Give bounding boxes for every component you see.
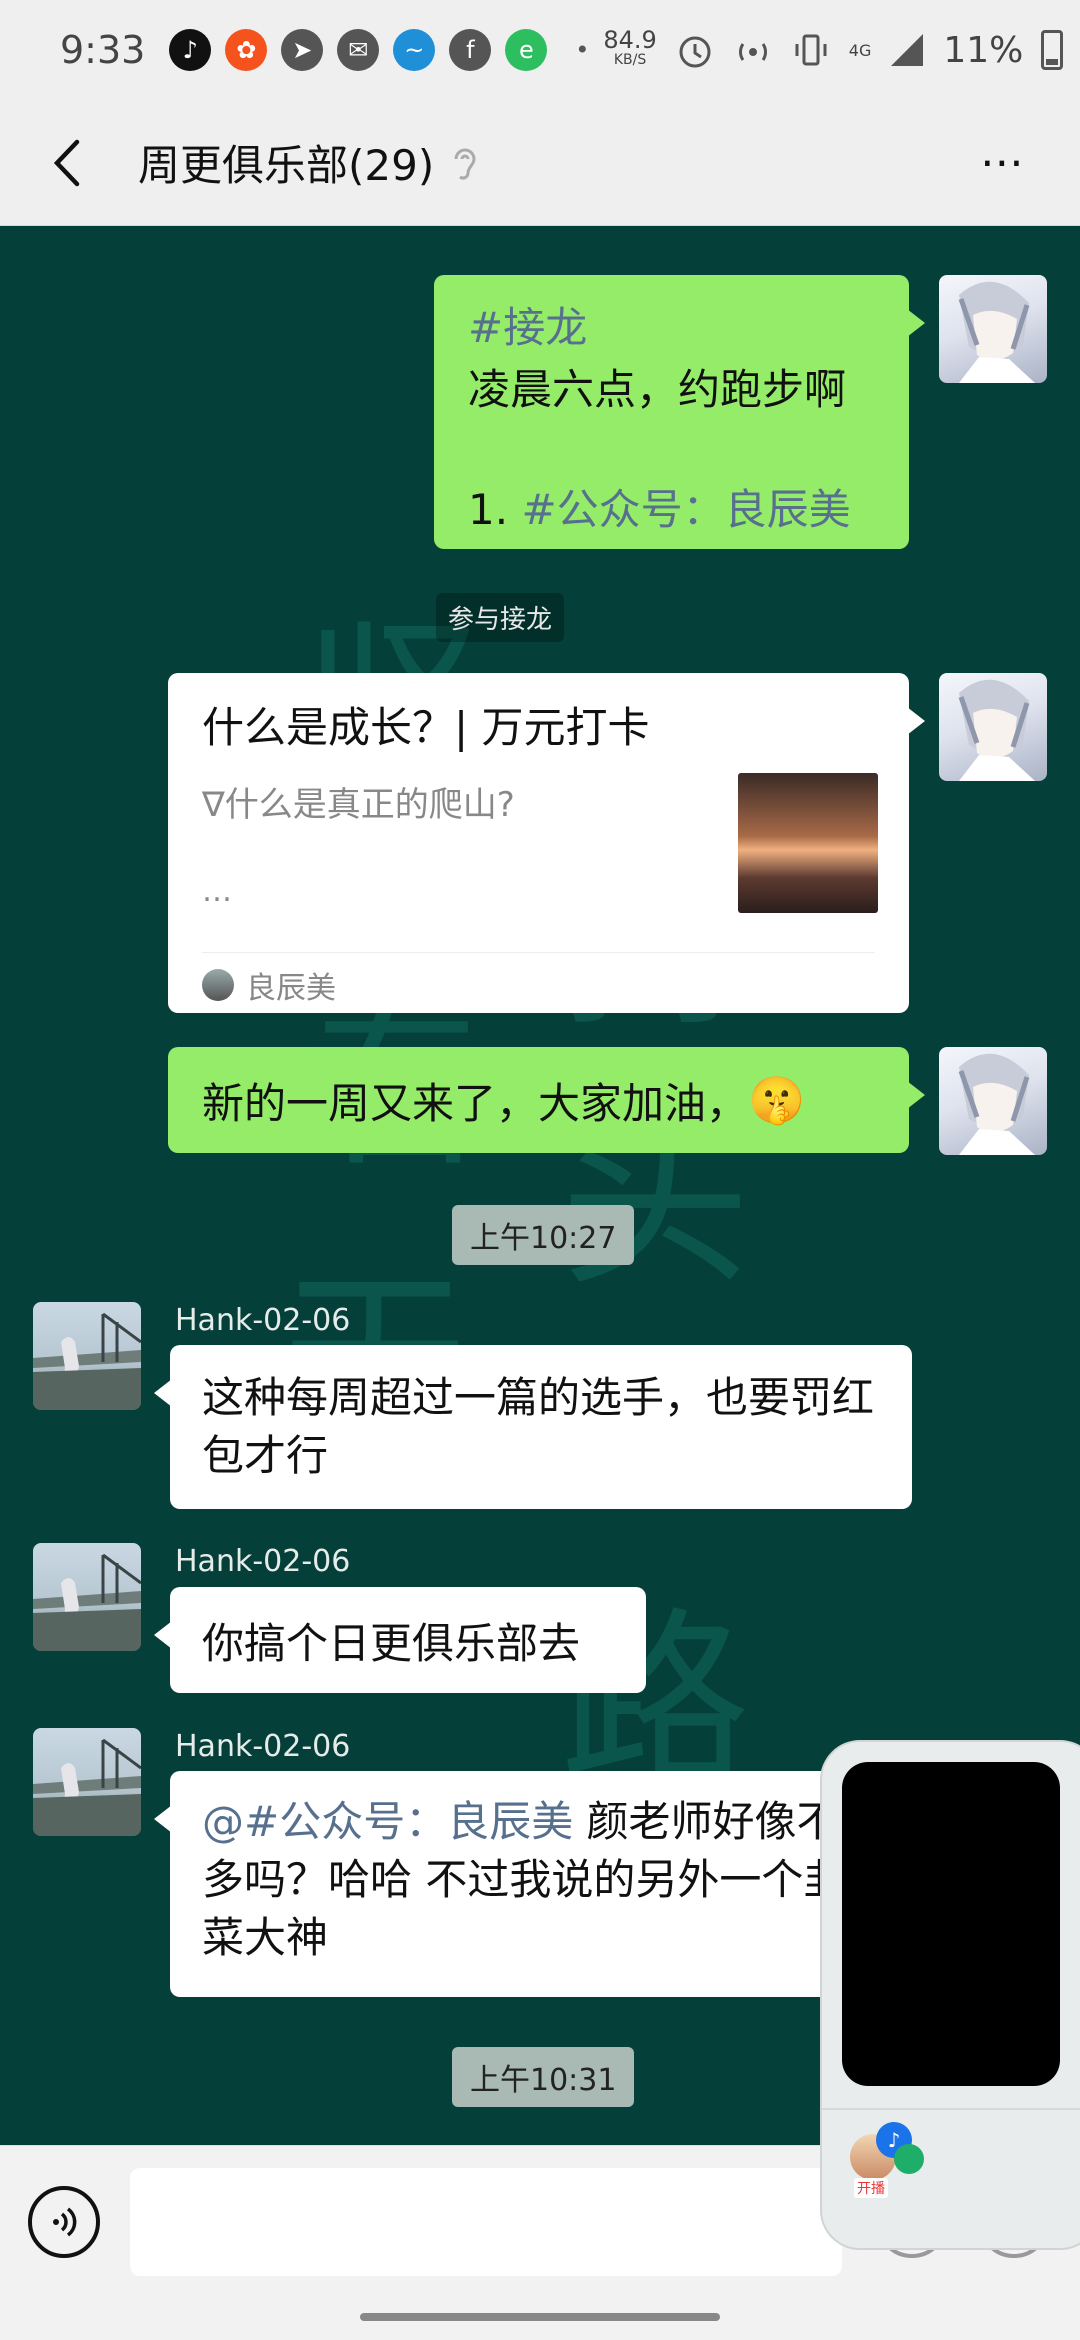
network-type: 4G [848,40,872,60]
message-text: 你搞个日更俱乐部去 [202,1618,581,1668]
mail-icon: ✉ [337,29,380,71]
vibrate-icon [795,34,827,66]
battery-icon [1041,30,1064,70]
home-indicator[interactable] [360,2313,720,2321]
voice-button[interactable] [28,2186,100,2258]
battery-percent: 11% [943,29,1024,71]
mention-link[interactable]: @#公众号：良辰美 [202,1797,573,1846]
floating-video-window[interactable]: ♪ 开播 [820,1740,1080,2250]
evernote-icon: e [505,29,548,71]
status-time: 9:33 [60,28,146,72]
avatar-image [33,1738,141,1836]
item-link[interactable]: #公众号：良辰美 [521,485,850,534]
facebook-icon: f [449,29,492,71]
avatar-image [958,1053,1035,1155]
live-badge-text: 开播 [854,2178,888,2198]
send-icon: ➤ [281,29,324,71]
avatar[interactable] [939,673,1047,781]
notification-icons: ♪ ✿ ➤ ✉ ~ f e • [169,29,603,71]
message-bubble-sent[interactable]: #接龙 凌晨六点，约跑步啊 1. #公众号：良辰美 [434,275,925,549]
avatar[interactable] [939,275,1047,383]
message-text: 新的一周又来了，大家加油， [202,1078,749,1128]
item-prefix: 1. [468,485,522,534]
message-bubble-sent[interactable]: 新的一周又来了，大家加油， 🤫 [168,1047,925,1153]
solitaire-tag[interactable]: #接龙 [468,297,875,359]
alarm-icon [679,36,711,68]
timestamp: 上午10:31 [452,2047,635,2107]
card-divider [202,952,875,953]
message-text: 凌晨六点，约跑步啊 [468,365,847,414]
chat-title: 周更俱乐部(29) [138,141,435,190]
source-avatar [202,969,234,1001]
avatar[interactable] [939,1047,1047,1155]
ear-icon [454,148,476,179]
back-button[interactable] [36,133,96,193]
float-divider [822,2108,1080,2110]
article-thumbnail [738,773,878,913]
status-right: 84.9 KB/S 4G 11% [603,26,1064,71]
sender-name: Hank-02-06 [175,1303,351,1338]
green-badge-icon [894,2144,924,2174]
navigation-bar [0,2295,1080,2340]
dot-icon: • [575,36,590,64]
message-text: 这种每周超过一篇的选手，也要罚红包才行 [202,1373,875,1480]
message-bubble-received[interactable]: @#公众号：良辰美 颜老师好像不多吗？哈哈 不过我说的另外一个韭菜大神 [154,1771,912,1997]
source-name: 良辰美 [246,971,336,1006]
article-title: 什么是成长？| 万元打卡 [202,703,650,752]
floating-video[interactable] [842,1762,1060,2086]
message-bubble-received[interactable]: 你搞个日更俱乐部去 [154,1587,646,1693]
shush-emoji-icon: 🤫 [748,1072,806,1127]
tiktok-icon: ♪ [169,29,212,71]
avatar-image [958,679,1035,781]
network-speed: 84.9 KB/S [603,26,657,70]
live-app-icon[interactable]: ♪ 开播 [850,2122,924,2200]
message-input[interactable] [130,2168,842,2276]
speed-value: 84.9 [603,26,657,54]
sender-name: Hank-02-06 [175,1544,351,1579]
back-arrow-icon [53,139,80,186]
article-card[interactable]: 什么是成长？| 万元打卡 ∇什么是真正的爬山? … 良辰美 [168,673,925,1013]
wave-icon: ~ [393,29,436,71]
message-bubble-received[interactable]: 这种每周超过一篇的选手，也要罚红包才行 [154,1345,912,1509]
avatar[interactable] [33,1543,141,1651]
timestamp: 上午10:27 [452,1205,635,1265]
chat-header: 周更俱乐部(29) ⋯ [0,100,1080,226]
status-bar: 9:33 ♪ ✿ ➤ ✉ ~ f e • 84.9 KB/S 4G 11% [0,0,1080,100]
avatar-image [958,281,1035,383]
app-icon: ✿ [225,29,268,71]
more-options-button[interactable]: ⋯ [964,137,1044,188]
avatar-image [33,1553,141,1651]
join-solitaire-tag[interactable]: 参与接龙 [436,593,565,642]
signal-icon [891,34,924,66]
avatar-image [33,1312,141,1410]
hotspot-icon [738,43,767,61]
avatar[interactable] [33,1728,141,1836]
article-source: 良辰美 [202,963,336,1007]
sender-name: Hank-02-06 [175,1729,351,1764]
avatar[interactable] [33,1302,141,1410]
voice-icon [53,2207,77,2237]
solitaire-item: 1. #公众号：良辰美 [468,479,875,541]
